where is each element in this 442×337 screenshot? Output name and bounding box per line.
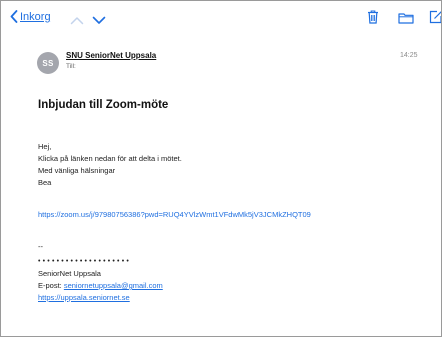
body-line-2: Med vänliga hälsningar bbox=[38, 166, 116, 175]
back-button[interactable]: Inkorg bbox=[10, 10, 51, 23]
website-link[interactable]: https://uppsala.seniornet.se bbox=[38, 293, 130, 303]
body-line-3: Bea bbox=[38, 178, 52, 187]
greeting-text: Hej, bbox=[38, 142, 52, 151]
signature-stars: •••••••••••••••••••• bbox=[38, 258, 132, 265]
signature-dash: -- bbox=[38, 242, 43, 251]
chevron-up-icon[interactable] bbox=[70, 12, 84, 30]
sender-name[interactable]: SNU SeniorNet Uppsala bbox=[66, 51, 156, 60]
zoom-link[interactable]: https://zoom.us/j/97980756386?pwd=RUQ4YV… bbox=[38, 210, 311, 220]
signature-email-line: E-post: seniornetuppsala@gmail.com bbox=[38, 281, 163, 291]
mail-window: Inkorg SS SNU SeniorNet Uppsala Till: 14… bbox=[0, 0, 442, 337]
folder-icon[interactable] bbox=[398, 11, 414, 29]
message-subject: Inbjudan till Zoom-möte bbox=[38, 99, 169, 111]
chevron-down-icon[interactable] bbox=[92, 12, 106, 30]
compose-icon[interactable] bbox=[429, 10, 441, 29]
to-label: Till: bbox=[66, 63, 76, 70]
back-label: Inkorg bbox=[20, 10, 51, 23]
signature-name: SeniorNet Uppsala bbox=[38, 269, 101, 278]
avatar: SS bbox=[37, 52, 59, 74]
email-link[interactable]: seniornetuppsala@gmail.com bbox=[64, 281, 163, 290]
toolbar: Inkorg bbox=[1, 1, 441, 31]
trash-icon[interactable] bbox=[367, 10, 379, 29]
message-time: 14:25 bbox=[400, 52, 418, 59]
email-label: E-post: bbox=[38, 281, 64, 290]
body-line-1: Klicka på länken nedan för att delta i m… bbox=[38, 154, 182, 163]
chevron-left-icon bbox=[10, 10, 18, 23]
